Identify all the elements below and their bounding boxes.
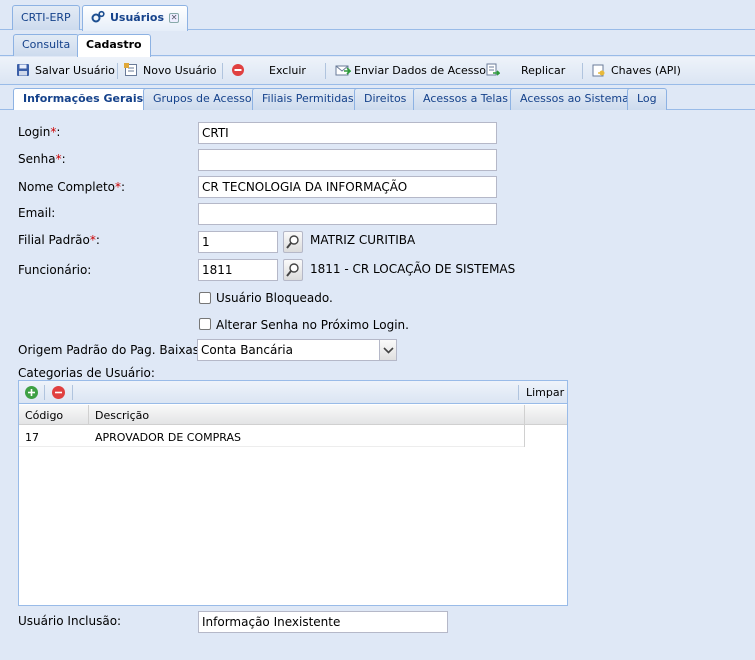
tab-acessos-a-telas[interactable]: Acessos a Telas	[413, 88, 518, 110]
row-codigo: 17	[25, 431, 39, 444]
inclusao-label: Usuário Inclusão:	[18, 614, 122, 628]
filial-search-button[interactable]	[283, 231, 303, 253]
toolbar-separator	[222, 63, 223, 79]
funcionario-search-button[interactable]	[283, 259, 303, 281]
toolbar-separator	[72, 385, 73, 400]
new-user-button-label: Novo Usuário	[143, 64, 217, 77]
toolbar-separator	[117, 63, 118, 79]
funcionario-description: 1811 - CR LOCAÇÃO DE SISTEMAS	[310, 262, 516, 276]
tab-consulta[interactable]: Consulta	[13, 34, 80, 56]
tab-direitos[interactable]: Direitos	[354, 88, 417, 110]
user-blocked-label: Usuário Bloqueado.	[216, 291, 333, 305]
inclusao-value: Informação Inexistente	[202, 615, 341, 629]
search-icon	[284, 263, 302, 283]
close-icon[interactable]: ✕	[169, 13, 180, 23]
full-name-field[interactable]: CR TECNOLOGIA DA INFORMAÇÃO	[198, 176, 497, 198]
tab-label: Acessos a Telas	[423, 92, 508, 105]
remove-icon[interactable]	[52, 386, 65, 399]
email-field[interactable]	[198, 203, 497, 225]
tab-cadastro[interactable]: Cadastro	[77, 34, 151, 57]
delete-icon	[231, 63, 245, 77]
column-divider	[524, 405, 525, 447]
password-field[interactable]	[198, 149, 497, 171]
column-header-descricao[interactable]: Descrição	[95, 409, 149, 422]
login-value: CRTI	[202, 126, 229, 140]
filial-description: MATRIZ CURITIBA	[310, 233, 416, 247]
inclusao-field[interactable]: Informação Inexistente	[198, 611, 448, 633]
window-tab-label: Usuários	[110, 11, 165, 24]
new-user-button[interactable]: Novo Usuário	[124, 62, 217, 80]
login-label: Login*:	[18, 125, 61, 139]
filial-label: Filial Padrão*:	[18, 233, 100, 247]
funcionario-field[interactable]: 1811	[198, 259, 278, 281]
funcionario-label: Funcionário:	[18, 263, 92, 277]
window-tab-usuarios[interactable]: Usuários ✕	[82, 5, 189, 31]
email-label: Email:	[18, 206, 56, 220]
tab-acessos-ao-sistema[interactable]: Acessos ao Sistema	[510, 88, 639, 110]
save-button[interactable]: Salvar Usuário	[16, 62, 115, 80]
origem-dropdown-trigger[interactable]	[379, 340, 396, 360]
send-access-button-label: Enviar Dados de Acesso	[354, 64, 486, 77]
toolbar-separator	[325, 63, 326, 79]
tab-label: Cadastro	[86, 38, 142, 51]
login-field[interactable]: CRTI	[198, 122, 497, 144]
toolbar-separator	[44, 385, 45, 400]
nome-completo-label: Nome Completo*:	[18, 180, 126, 194]
new-document-icon	[124, 63, 138, 77]
tab-label: Filiais Permitidas	[262, 92, 354, 105]
toolbar-separator	[518, 385, 519, 400]
full-name-value: CR TECNOLOGIA DA INFORMAÇÃO	[202, 180, 408, 194]
tab-label: Informações Gerais	[23, 92, 144, 105]
tab-label: Direitos	[364, 92, 407, 105]
delete-button-label: Excluir	[269, 64, 306, 77]
funcionario-value: 1811	[202, 263, 233, 277]
floppy-disk-icon	[16, 63, 30, 77]
replicate-button-label: Replicar	[521, 64, 566, 77]
tab-log[interactable]: Log	[627, 88, 667, 110]
window-tab-crti-erp[interactable]: CRTI-ERP	[12, 5, 80, 30]
tab-grupos-de-acesso[interactable]: Grupos de Acesso	[143, 88, 262, 110]
search-icon	[284, 235, 302, 255]
tab-label: Log	[637, 92, 657, 105]
senha-label: Senha*:	[18, 152, 66, 166]
origem-select[interactable]: Conta Bancária	[197, 339, 397, 361]
toolbar-separator	[582, 63, 583, 79]
change-password-label: Alterar Senha no Próximo Login.	[216, 318, 409, 332]
column-header-codigo[interactable]: Código	[25, 409, 63, 422]
replicate-button[interactable]: Replicar	[486, 62, 565, 80]
add-icon[interactable]	[25, 386, 38, 399]
column-divider	[88, 405, 89, 425]
filial-field[interactable]: 1	[198, 231, 278, 253]
api-keys-button[interactable]: Chaves (API)	[592, 62, 681, 80]
send-access-button[interactable]: Enviar Dados de Acesso	[335, 62, 486, 80]
save-button-label: Salvar Usuário	[35, 64, 115, 77]
gears-icon	[91, 9, 105, 23]
chevron-down-icon	[380, 347, 397, 363]
clear-button[interactable]: Limpar	[526, 386, 564, 399]
tab-informacoes-gerais[interactable]: Informações Gerais	[13, 88, 154, 111]
change-password-checkbox[interactable]	[199, 318, 211, 330]
row-descricao: APROVADOR DE COMPRAS	[95, 431, 241, 444]
categorias-label: Categorias de Usuário:	[18, 366, 155, 380]
origem-value: Conta Bancária	[201, 343, 293, 357]
origem-label: Origem Padrão do Pag. Baixas:	[18, 343, 204, 357]
grid-toolbar	[18, 380, 568, 404]
api-keys-button-label: Chaves (API)	[611, 64, 681, 77]
send-mail-icon	[335, 63, 352, 77]
replicate-icon	[486, 63, 501, 77]
tab-label: Grupos de Acesso	[153, 92, 252, 105]
filial-value: 1	[202, 235, 210, 249]
tab-filiais-permitidas[interactable]: Filiais Permitidas	[252, 88, 364, 110]
tab-label: Acessos ao Sistema	[520, 92, 629, 105]
window-tab-label: CRTI-ERP	[21, 11, 71, 24]
tab-label: Consulta	[22, 38, 71, 51]
user-blocked-checkbox[interactable]	[199, 292, 211, 304]
key-icon	[592, 63, 606, 77]
delete-button[interactable]: Excluir	[231, 62, 306, 80]
